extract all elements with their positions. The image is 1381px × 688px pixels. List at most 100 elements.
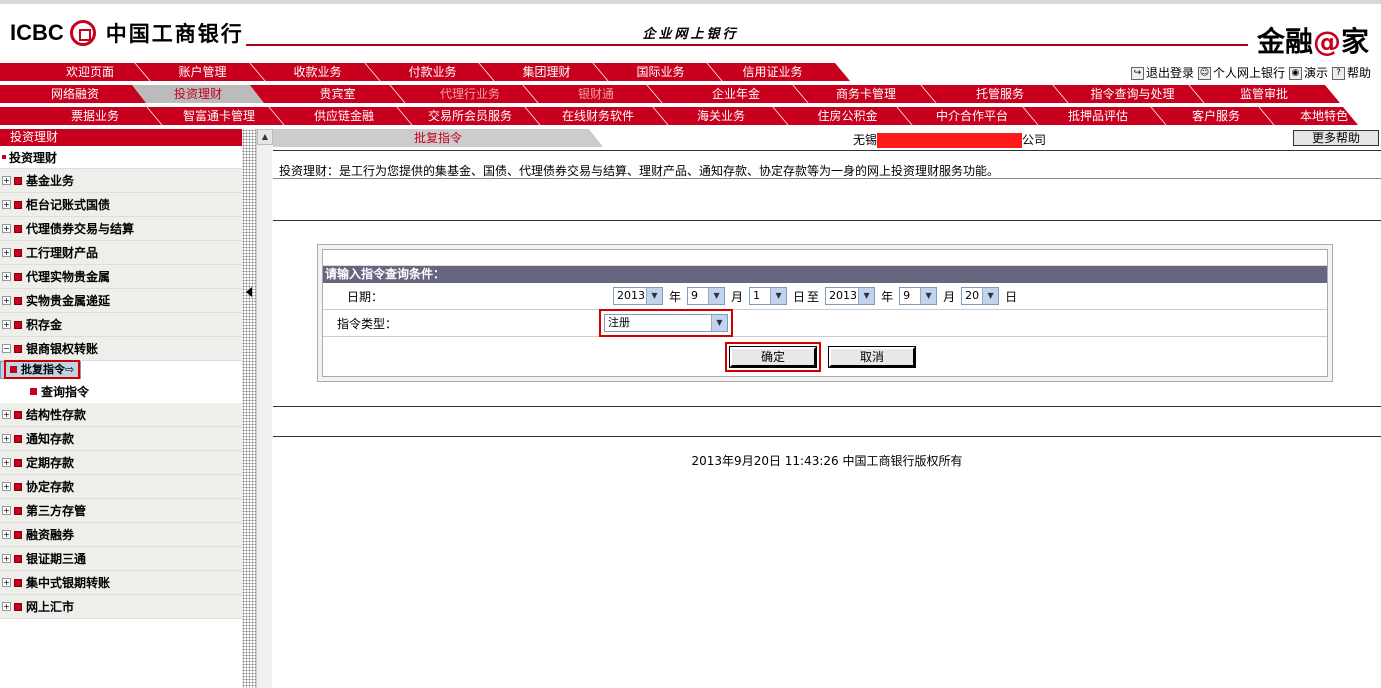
to-year-select[interactable]: 2013 ▼: [825, 287, 876, 305]
nav-tab-business-card[interactable]: 商务卡管理: [806, 85, 926, 103]
sidebar-item-fixed-deposit[interactable]: + 定期存款: [0, 451, 242, 475]
sidebar-item-bond-agency[interactable]: + 代理债券交易与结算: [0, 217, 242, 241]
personal-bank-link[interactable]: ☺ 个人网上银行: [1197, 64, 1285, 81]
sidebar-item-precious-metal[interactable]: + 代理实物贵金属: [0, 265, 242, 289]
expand-plus-icon[interactable]: +: [2, 200, 11, 209]
nav-tab-payments[interactable]: 付款业务: [380, 63, 485, 81]
chevron-down-icon[interactable]: ▼: [920, 288, 937, 304]
expand-plus-icon[interactable]: +: [2, 224, 11, 233]
expand-plus-icon[interactable]: +: [2, 248, 11, 257]
expand-plus-icon[interactable]: +: [2, 482, 11, 491]
nav-tab-net-financing[interactable]: 网络融资: [20, 85, 130, 103]
nav-tab-housing-fund[interactable]: 住房公积金: [790, 107, 905, 125]
form-heading: 请输入指令查询条件：: [323, 266, 1327, 283]
from-day-select[interactable]: 1 ▼: [749, 287, 788, 305]
expand-plus-icon[interactable]: +: [2, 458, 11, 467]
to-day-select[interactable]: 20 ▼: [961, 287, 1000, 305]
sidebar-item-central-futures-transfer[interactable]: + 集中式银期转账: [0, 571, 242, 595]
demo-link[interactable]: ◉ 演示: [1288, 64, 1328, 81]
date-row: 日期： 2013 ▼ 年 9 ▼ 月 1 ▼ 日至 2013 ▼ 年 9 ▼ 月 20 ▼ …: [323, 283, 1327, 310]
vertical-scrollbar[interactable]: ▲: [256, 129, 273, 688]
nav-tab-yincaitong[interactable]: 银财通: [536, 85, 656, 103]
expand-plus-icon[interactable]: +: [2, 320, 11, 329]
folder-icon: [14, 554, 22, 563]
nav-tab-customs[interactable]: 海关业务: [666, 107, 776, 125]
top-border: [0, 0, 1381, 4]
sidebar-item-structured-deposit[interactable]: + 结构性存款: [0, 403, 242, 427]
nav-tab-customer-service[interactable]: 客户服务: [1166, 107, 1266, 125]
sidebar-item-metal-deferred[interactable]: + 实物贵金属递延: [0, 289, 242, 313]
nav-tab-welcome[interactable]: 欢迎页面: [40, 63, 140, 81]
nav-tab-custody[interactable]: 托管服务: [940, 85, 1060, 103]
sidebar-item-gold-saving[interactable]: + 积存金: [0, 313, 242, 337]
nav-tab-collateral[interactable]: 抵押品评估: [1038, 107, 1158, 125]
sidebar-item-third-party-custody[interactable]: + 第三方存管: [0, 499, 242, 523]
sidebar-item-treasury-bond[interactable]: + 柜台记账式国债: [0, 193, 242, 217]
sidebar-item-fund[interactable]: + 基金业务: [0, 169, 242, 193]
expand-plus-icon[interactable]: +: [2, 176, 11, 185]
nav-tab-vip[interactable]: 贵宾室: [280, 85, 395, 103]
nav-tab-online-finance-software[interactable]: 在线财务软件: [538, 107, 658, 125]
logout-link[interactable]: ↪ 退出登录: [1130, 64, 1194, 81]
expand-plus-icon[interactable]: +: [2, 530, 11, 539]
sidebar-splitter[interactable]: [242, 129, 256, 688]
chevron-down-icon[interactable]: ▼: [770, 288, 787, 304]
chevron-down-icon[interactable]: ▼: [646, 288, 662, 304]
folder-icon: [14, 458, 22, 467]
to-month-select[interactable]: 9 ▼: [899, 287, 938, 305]
chevron-down-icon[interactable]: ▼: [708, 288, 725, 304]
from-month-select[interactable]: 9 ▼: [687, 287, 726, 305]
chevron-down-icon[interactable]: ▼: [858, 288, 875, 304]
nav-tab-international[interactable]: 国际业务: [608, 63, 713, 81]
nav-tab-agency[interactable]: 代理行业务: [405, 85, 535, 103]
expand-plus-icon[interactable]: +: [2, 296, 11, 305]
nav-tab-receipts[interactable]: 收款业务: [265, 63, 370, 81]
sidebar-sub-query-instruction[interactable]: 查询指令: [0, 379, 242, 403]
chevron-down-icon[interactable]: ▼: [711, 315, 727, 331]
nav-tab-accounts[interactable]: 账户管理: [150, 63, 255, 81]
sidebar-item-bank-transfer[interactable]: − 银商银权转账: [0, 337, 242, 361]
help-link[interactable]: ? 帮助: [1331, 64, 1371, 81]
collapse-minus-icon[interactable]: −: [2, 344, 11, 353]
nav-tab-bills[interactable]: 票据业务: [40, 107, 150, 125]
collapse-arrow-icon[interactable]: [246, 287, 252, 297]
nav-tab-zhifutong[interactable]: 智富通卡管理: [164, 107, 274, 125]
nav-tab-exchange-member[interactable]: 交易所会员服务: [410, 107, 530, 125]
nav-tab-instruction-query[interactable]: 指令查询与处理: [1070, 85, 1195, 103]
nav-tab-supply-chain[interactable]: 供应链金融: [284, 107, 404, 125]
scroll-up-icon[interactable]: ▲: [257, 129, 273, 145]
instruction-type-select[interactable]: 注册 ▼: [604, 314, 728, 332]
sidebar-item-online-forex[interactable]: + 网上汇市: [0, 595, 242, 619]
nav-tab-letter-of-credit[interactable]: 信用证业务: [720, 63, 825, 81]
sidebar-item-agreed-deposit[interactable]: + 协定存款: [0, 475, 242, 499]
expand-plus-icon[interactable]: +: [2, 602, 11, 611]
more-help-button[interactable]: 更多帮助: [1293, 130, 1379, 146]
expand-plus-icon[interactable]: +: [2, 554, 11, 563]
logout-icon: ↪: [1130, 66, 1144, 80]
from-year-select[interactable]: 2013 ▼: [613, 287, 663, 305]
expand-plus-icon[interactable]: +: [2, 434, 11, 443]
folder-icon: [14, 344, 22, 353]
sidebar-root[interactable]: 投资理财: [0, 146, 242, 169]
expand-plus-icon[interactable]: +: [2, 578, 11, 587]
nav-tab-intermediary[interactable]: 中介合作平台: [912, 107, 1032, 125]
sidebar-item-notice-deposit[interactable]: + 通知存款: [0, 427, 242, 451]
nav-tab-investment[interactable]: 投资理财: [132, 85, 264, 103]
folder-icon: [14, 224, 22, 233]
nav-tab-group-finance[interactable]: 集团理财: [494, 63, 599, 81]
expand-plus-icon[interactable]: +: [2, 506, 11, 515]
cancel-button[interactable]: 取消: [828, 345, 916, 368]
sidebar-item-bank-securities-futures[interactable]: + 银证期三通: [0, 547, 242, 571]
brand-logo: 金融@家: [1257, 20, 1369, 60]
expand-plus-icon[interactable]: +: [2, 272, 11, 281]
nav-tab-supervision[interactable]: 监管审批: [1204, 85, 1324, 103]
nav-tab-local[interactable]: 本地特色: [1274, 107, 1374, 125]
expand-plus-icon[interactable]: +: [2, 410, 11, 419]
sidebar-sub-approve-instruction[interactable]: 批复指令⇨: [0, 360, 82, 379]
ok-button[interactable]: 确定: [729, 345, 817, 368]
folder-icon: [14, 296, 22, 305]
sidebar-item-margin-trading[interactable]: + 融资融券: [0, 523, 242, 547]
nav-tab-annuity[interactable]: 企业年金: [676, 85, 796, 103]
chevron-down-icon[interactable]: ▼: [982, 288, 999, 304]
sidebar-item-wealth-products[interactable]: + 工行理财产品: [0, 241, 242, 265]
